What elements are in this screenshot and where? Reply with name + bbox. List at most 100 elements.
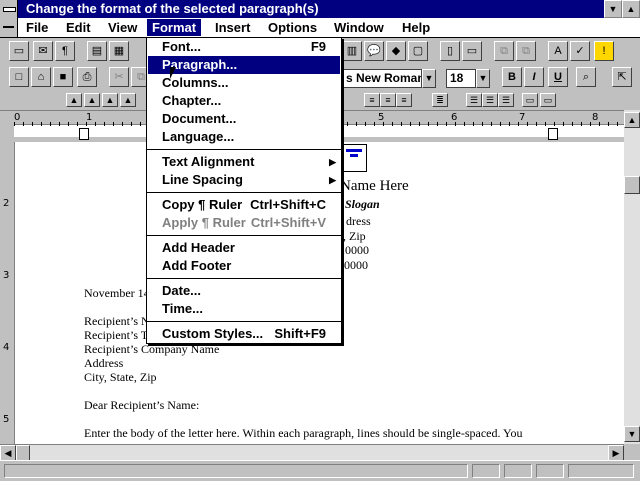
letterhead-name: Name Here — [340, 178, 409, 194]
menu-item-time[interactable]: Time... — [148, 300, 340, 318]
horizontal-scroll-thumb[interactable] — [16, 445, 30, 461]
left-tab-icon[interactable]: ▲ — [66, 93, 82, 107]
new-document-icon[interactable]: □ — [9, 67, 29, 87]
connect-icon[interactable]: ⧉ — [494, 41, 514, 61]
submenu-arrow-icon: ▶ — [329, 157, 336, 167]
right-indent-marker[interactable] — [548, 128, 558, 140]
menu-item-chapter[interactable]: Chapter... — [148, 92, 340, 110]
menu-item-date[interactable]: Date... — [148, 282, 340, 300]
spell-check-icon[interactable]: ✓ — [570, 41, 590, 61]
document-control-menu-icon[interactable] — [0, 18, 18, 37]
menu-edit[interactable]: Edit — [61, 19, 96, 36]
horizontal-scrollbar[interactable]: ◀ ▶ — [0, 444, 624, 461]
scroll-right-icon[interactable]: ▶ — [608, 445, 624, 461]
menu-item-add-footer[interactable]: Add Footer — [148, 257, 340, 275]
chart-icon[interactable]: ▥ — [342, 41, 362, 61]
envelope-icon[interactable]: ✉ — [33, 41, 53, 61]
decimal-tab-icon[interactable]: ▲ — [120, 93, 136, 107]
menu-separator — [147, 278, 341, 279]
recipient-address: Address — [84, 356, 124, 370]
status-message-panel — [4, 464, 468, 478]
bold-button[interactable]: B — [502, 67, 522, 87]
menu-file[interactable]: File — [21, 19, 53, 36]
recipient-company: Recipient’s Company Name — [84, 342, 220, 356]
status-panel-1 — [472, 464, 500, 478]
menu-item-add-header[interactable]: Add Header — [148, 239, 340, 257]
recipient-name: Recipient’s N — [84, 314, 150, 328]
cut-icon[interactable]: ✂ — [109, 67, 129, 87]
columns-icon[interactable]: ≡ — [380, 93, 396, 107]
shapes-icon[interactable]: ◆ — [386, 41, 406, 61]
smart-help-icon[interactable]: ! — [594, 41, 614, 61]
spacing-1-icon[interactable]: ☰ — [466, 93, 482, 107]
menu-item-document[interactable]: Document... — [148, 110, 340, 128]
underline-button[interactable]: U — [548, 67, 568, 87]
system-menu-icon[interactable] — [0, 0, 18, 18]
vertical-ruler-number: 3 — [3, 270, 10, 281]
menu-format[interactable]: Format — [147, 19, 202, 36]
open-folder-icon[interactable]: ⌂ — [31, 67, 51, 87]
spacing-15-icon[interactable]: ☰ — [482, 93, 498, 107]
menu-item-text-alignment[interactable]: Text Alignment ▶ — [148, 153, 340, 171]
frame-icon[interactable]: ▢ — [408, 41, 428, 61]
speech-bubble-icon[interactable]: 💬 — [364, 41, 384, 61]
bullet-list-icon[interactable]: ≣ — [432, 93, 448, 107]
scroll-corner — [624, 444, 640, 460]
letterhead-address: dress — [346, 214, 371, 228]
table-icon[interactable]: ▦ — [109, 41, 129, 61]
save-icon[interactable]: ■ — [53, 67, 73, 87]
menu-view[interactable]: View — [103, 19, 142, 36]
font-size-select[interactable]: 18 — [446, 69, 476, 88]
menu-item-paragraph[interactable]: Paragraph... — [148, 56, 340, 74]
minimize-button[interactable]: ▼ — [604, 0, 622, 18]
menu-item-custom-styles[interactable]: Custom Styles... Shift+F9 — [148, 325, 340, 343]
menu-separator — [147, 192, 341, 193]
columns2-icon[interactable]: ≡ — [396, 93, 412, 107]
letter-date: November 14 — [84, 286, 150, 300]
menu-item-language[interactable]: Language... — [148, 128, 340, 146]
salutation: Dear Recipient’s Name: — [84, 398, 200, 412]
menu-item-copy-ruler[interactable]: Copy ¶ Ruler Ctrl+Shift+C — [148, 196, 340, 214]
print-icon[interactable]: ⎙ — [77, 67, 97, 87]
menu-separator — [147, 149, 341, 150]
menu-item-columns[interactable]: Columns... — [148, 74, 340, 92]
scroll-left-icon[interactable]: ◀ — [0, 445, 16, 461]
center-tab-icon[interactable]: ▲ — [84, 93, 100, 107]
menu-help[interactable]: Help — [397, 19, 435, 36]
menu-insert[interactable]: Insert — [210, 19, 255, 36]
left-indent-marker[interactable] — [79, 128, 89, 140]
spacing-2-icon[interactable]: ☰ — [498, 93, 514, 107]
draft-view-icon[interactable]: ▭ — [462, 41, 482, 61]
recipient-title: Recipient’s T — [84, 328, 149, 342]
scroll-up-icon[interactable]: ▲ — [624, 112, 640, 128]
format-menu-dropdown: Font... F9 Paragraph... Columns... Chapte… — [146, 37, 342, 344]
font-name-dropdown-icon[interactable]: ▼ — [422, 69, 436, 88]
text-color-icon[interactable]: A — [548, 41, 568, 61]
page-icon[interactable]: ▭ — [9, 41, 29, 61]
vertical-scrollbar[interactable]: ▲ ▼ — [624, 110, 640, 444]
italic-button[interactable]: I — [524, 67, 544, 87]
menu-item-font[interactable]: Font... F9 — [148, 38, 340, 56]
menu-item-apply-ruler[interactable]: Apply ¶ Ruler Ctrl+Shift+V — [148, 214, 340, 232]
zoom-out-icon[interactable]: ⇱ — [612, 67, 632, 87]
menu-separator — [147, 235, 341, 236]
justify-icon[interactable]: ≡ — [364, 93, 380, 107]
menu-options[interactable]: Options — [263, 19, 322, 36]
scroll-down-icon[interactable]: ▼ — [624, 426, 640, 442]
maximize-button[interactable]: ▲ — [622, 0, 640, 18]
font-size-dropdown-icon[interactable]: ▼ — [476, 69, 490, 88]
scroll-thumb[interactable] — [624, 176, 640, 194]
window-title: Change the format of the selected paragr… — [26, 1, 319, 16]
font-name-select[interactable]: s New Roman — [342, 69, 422, 88]
outdent-icon[interactable]: ▭ — [540, 93, 556, 107]
insert-frame-icon[interactable]: ▤ — [87, 41, 107, 61]
status-panel-3 — [536, 464, 564, 478]
zoom-icon[interactable]: ⌕ — [576, 67, 596, 87]
right-tab-icon[interactable]: ▲ — [102, 93, 118, 107]
menu-window[interactable]: Window — [329, 19, 389, 36]
pilcrow-icon[interactable]: ¶ — [55, 41, 75, 61]
page-view-icon[interactable]: ▯ — [440, 41, 460, 61]
link-icon[interactable]: ⧉ — [516, 41, 536, 61]
menu-item-line-spacing[interactable]: Line Spacing ▶ — [148, 171, 340, 189]
indent-icon[interactable]: ▭ — [522, 93, 538, 107]
